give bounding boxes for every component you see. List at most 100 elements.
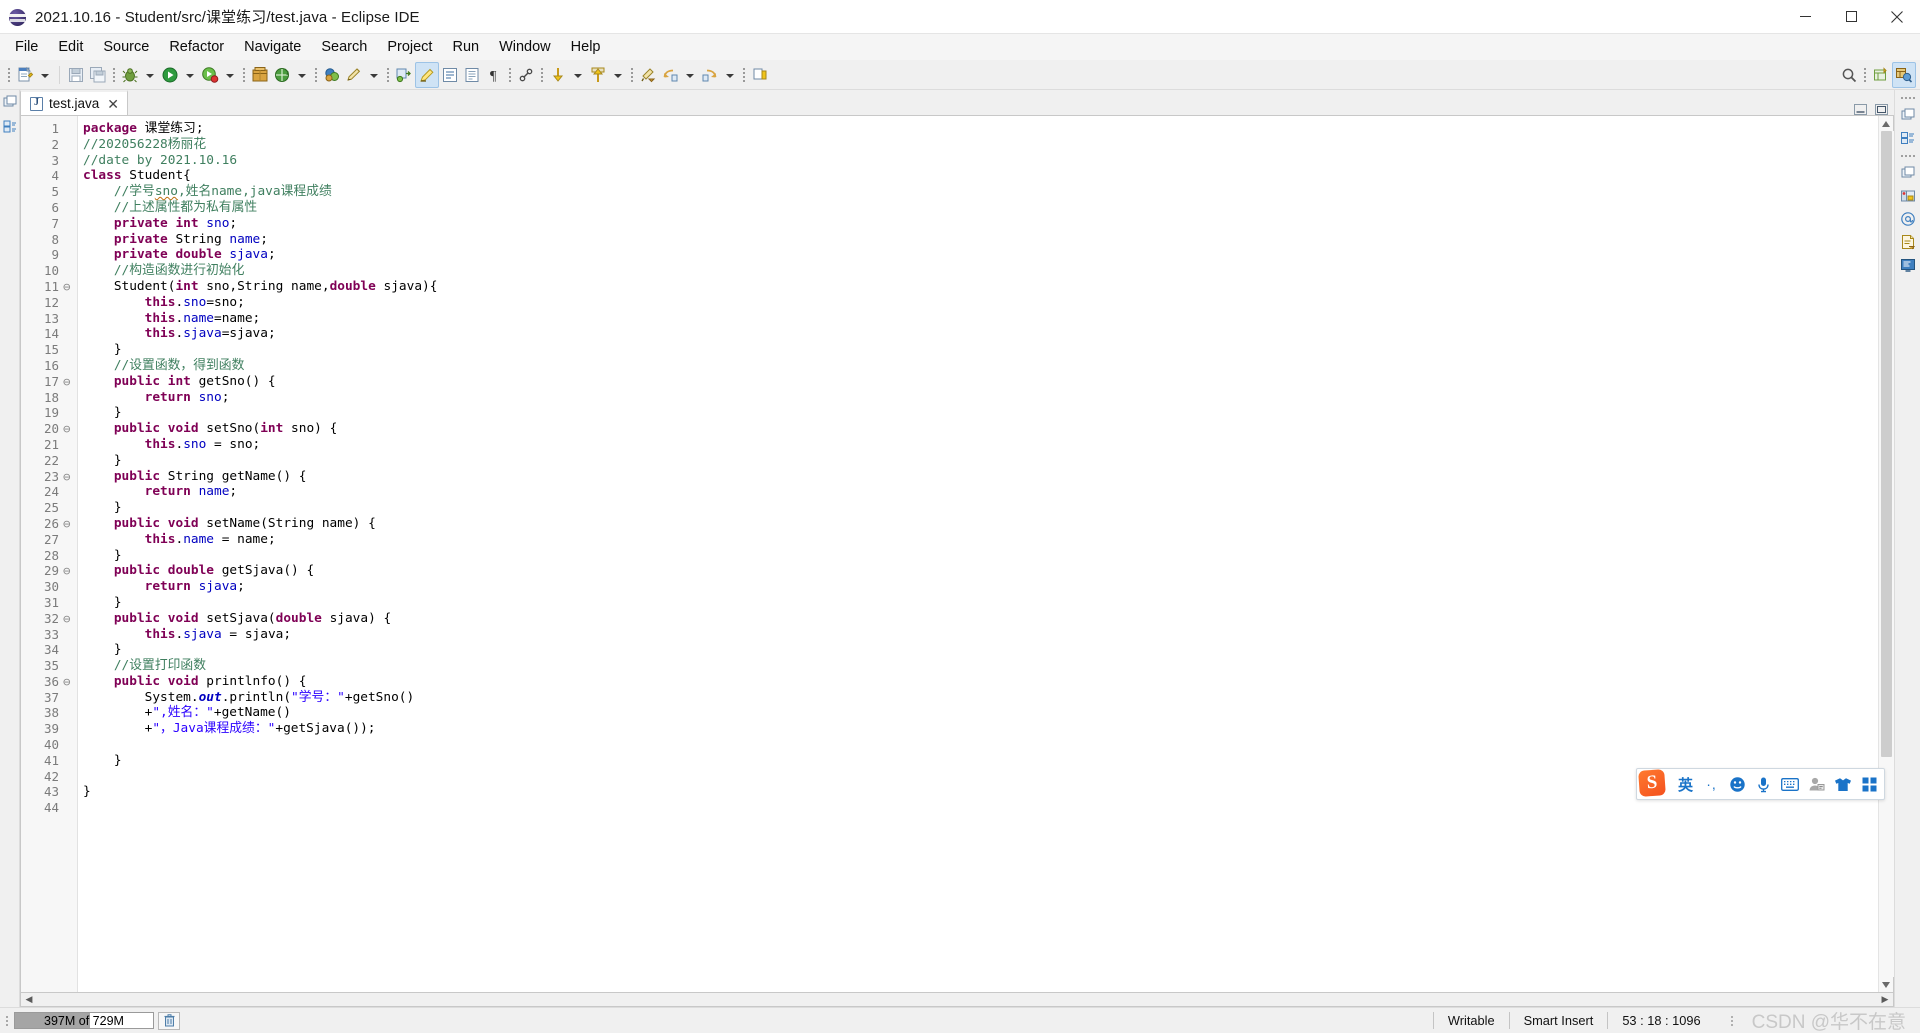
- code-line[interactable]: //设置函数，得到函数: [78, 358, 1878, 374]
- app-grid-icon[interactable]: [1861, 772, 1878, 796]
- source-editor[interactable]: 1 2 3 4 5 6 7 8 9 10 11 12 13 14 15 16 17 18 19 20 21 22 23 24 2…: [20, 116, 1894, 993]
- minimize-button[interactable]: [1782, 0, 1828, 34]
- package-explorer-icon[interactable]: [1900, 130, 1916, 146]
- code-line[interactable]: //构造函数进行初始化: [78, 263, 1878, 279]
- code-line[interactable]: //202056228杨丽花: [78, 137, 1878, 153]
- restore-view-icon[interactable]: [2, 94, 18, 110]
- fold-toggle[interactable]: ⊖: [63, 611, 77, 627]
- editor-vertical-scrollbar[interactable]: [1878, 116, 1894, 992]
- editor-horizontal-scrollbar[interactable]: ◀ ▶: [20, 993, 1894, 1007]
- new-java-class-button[interactable]: [321, 62, 343, 88]
- menu-file[interactable]: File: [5, 36, 48, 59]
- fold-toggle[interactable]: ⊖: [63, 374, 77, 390]
- toolbar-grip-3[interactable]: [241, 66, 247, 84]
- javadoc-icon[interactable]: [1900, 234, 1916, 250]
- toolbar-grip[interactable]: [6, 66, 12, 84]
- code-line[interactable]: private int sno;: [78, 216, 1878, 232]
- code-line[interactable]: [78, 769, 1878, 785]
- show-whitespace-button[interactable]: [439, 62, 461, 88]
- servers-icon[interactable]: [1900, 188, 1916, 204]
- code-line[interactable]: public double getSjava() {: [78, 563, 1878, 579]
- code-line[interactable]: public void setSjava(double sjava) {: [78, 611, 1878, 627]
- sogou-logo-icon[interactable]: S: [1638, 769, 1667, 798]
- code-line[interactable]: System.out.println("学号："+getSno(): [78, 690, 1878, 706]
- toolbar-grip-7[interactable]: [539, 66, 545, 84]
- ime-language-mode[interactable]: 英: [1677, 772, 1694, 796]
- previous-annotation-dropdown[interactable]: [569, 62, 587, 88]
- close-button[interactable]: [1874, 0, 1920, 34]
- package-explorer-icon[interactable]: [2, 118, 18, 134]
- toolbar-grip-2[interactable]: [111, 66, 117, 84]
- run-gc-button[interactable]: [158, 1011, 180, 1030]
- code-line[interactable]: //设置打印函数: [78, 658, 1878, 674]
- code-line[interactable]: //date by 2021.10.16: [78, 153, 1878, 169]
- right-rail-grip[interactable]: [1900, 95, 1915, 100]
- code-line[interactable]: private String name;: [78, 232, 1878, 248]
- last-edit-location-button[interactable]: [637, 62, 659, 88]
- code-line[interactable]: //学号sno,姓名name,java课程成绩: [78, 184, 1878, 200]
- fold-toggle[interactable]: ⊖: [63, 563, 77, 579]
- menu-refactor[interactable]: Refactor: [159, 36, 234, 59]
- menu-run[interactable]: Run: [442, 36, 489, 59]
- java-perspective-button[interactable]: [1892, 61, 1916, 88]
- code-line[interactable]: return name;: [78, 484, 1878, 500]
- menu-navigate[interactable]: Navigate: [234, 36, 311, 59]
- at-sign-icon[interactable]: [1900, 211, 1916, 227]
- menu-search[interactable]: Search: [311, 36, 377, 59]
- forward-history-dropdown[interactable]: [721, 62, 739, 88]
- block-selection-button[interactable]: [461, 62, 483, 88]
- show-pilcrow-button[interactable]: ¶: [483, 62, 505, 88]
- maximize-button[interactable]: [1828, 0, 1874, 34]
- right-rail-grip-2[interactable]: [1900, 153, 1915, 158]
- code-line[interactable]: }: [78, 548, 1878, 564]
- code-line[interactable]: }: [78, 784, 1878, 800]
- code-line[interactable]: public String getName() {: [78, 469, 1878, 485]
- annotate-button[interactable]: [343, 62, 365, 88]
- sogou-ime-toolbar[interactable]: S 英 ·,: [1636, 768, 1885, 800]
- code-line[interactable]: class Student{: [78, 168, 1878, 184]
- code-line[interactable]: private double sjava;: [78, 247, 1878, 263]
- code-line[interactable]: +",姓名："+getName(): [78, 705, 1878, 721]
- editor-tab-close-icon[interactable]: ✕: [107, 97, 119, 111]
- fold-toggle[interactable]: ⊖: [63, 279, 77, 295]
- status-grip-2[interactable]: [1730, 1013, 1736, 1029]
- next-annotation-button[interactable]: [587, 62, 609, 88]
- toolbar-grip-9[interactable]: [741, 66, 747, 84]
- code-line[interactable]: }: [78, 453, 1878, 469]
- hscroll-track[interactable]: [37, 993, 1877, 1006]
- menu-project[interactable]: Project: [377, 36, 442, 59]
- status-grip[interactable]: [6, 1013, 11, 1029]
- previous-annotation-button[interactable]: [547, 62, 569, 88]
- fold-toggle[interactable]: ⊖: [63, 516, 77, 532]
- code-line[interactable]: }: [78, 342, 1878, 358]
- back-history-button[interactable]: [659, 62, 681, 88]
- toolbar-grip-6[interactable]: [507, 66, 513, 84]
- code-line[interactable]: this.sjava = sjava;: [78, 627, 1878, 643]
- run-button[interactable]: [159, 62, 181, 88]
- forward-history-button[interactable]: [699, 62, 721, 88]
- toolbar-grip-10[interactable]: [1862, 66, 1868, 84]
- code-line[interactable]: this.sno=sno;: [78, 295, 1878, 311]
- code-line[interactable]: }: [78, 642, 1878, 658]
- pin-editor-button[interactable]: [749, 62, 771, 88]
- code-line[interactable]: this.sjava=sjava;: [78, 326, 1878, 342]
- code-line[interactable]: }: [78, 405, 1878, 421]
- code-line[interactable]: Student(int sno,String name,double sjava…: [78, 279, 1878, 295]
- scroll-thumb[interactable]: [1880, 131, 1892, 758]
- refactor-button[interactable]: [393, 62, 415, 88]
- code-line[interactable]: public void printlnfo() {: [78, 674, 1878, 690]
- code-line[interactable]: public void setSno(int sno) {: [78, 421, 1878, 437]
- menu-source[interactable]: Source: [93, 36, 159, 59]
- menu-help[interactable]: Help: [561, 36, 611, 59]
- new-package-button[interactable]: [249, 62, 271, 88]
- fold-toggle[interactable]: ⊖: [63, 674, 77, 690]
- coverage-dropdown[interactable]: [221, 62, 239, 88]
- maximize-view-icon[interactable]: [1875, 104, 1888, 115]
- debug-button[interactable]: [119, 62, 141, 88]
- code-line[interactable]: public void setName(String name) {: [78, 516, 1878, 532]
- skin-shirt-icon[interactable]: [1834, 772, 1852, 796]
- heap-monitor[interactable]: 397M of 729M: [14, 1012, 154, 1029]
- code-line[interactable]: [78, 737, 1878, 753]
- mark-occurrences-toggle[interactable]: [415, 61, 439, 88]
- new-wizard-button[interactable]: [14, 62, 36, 88]
